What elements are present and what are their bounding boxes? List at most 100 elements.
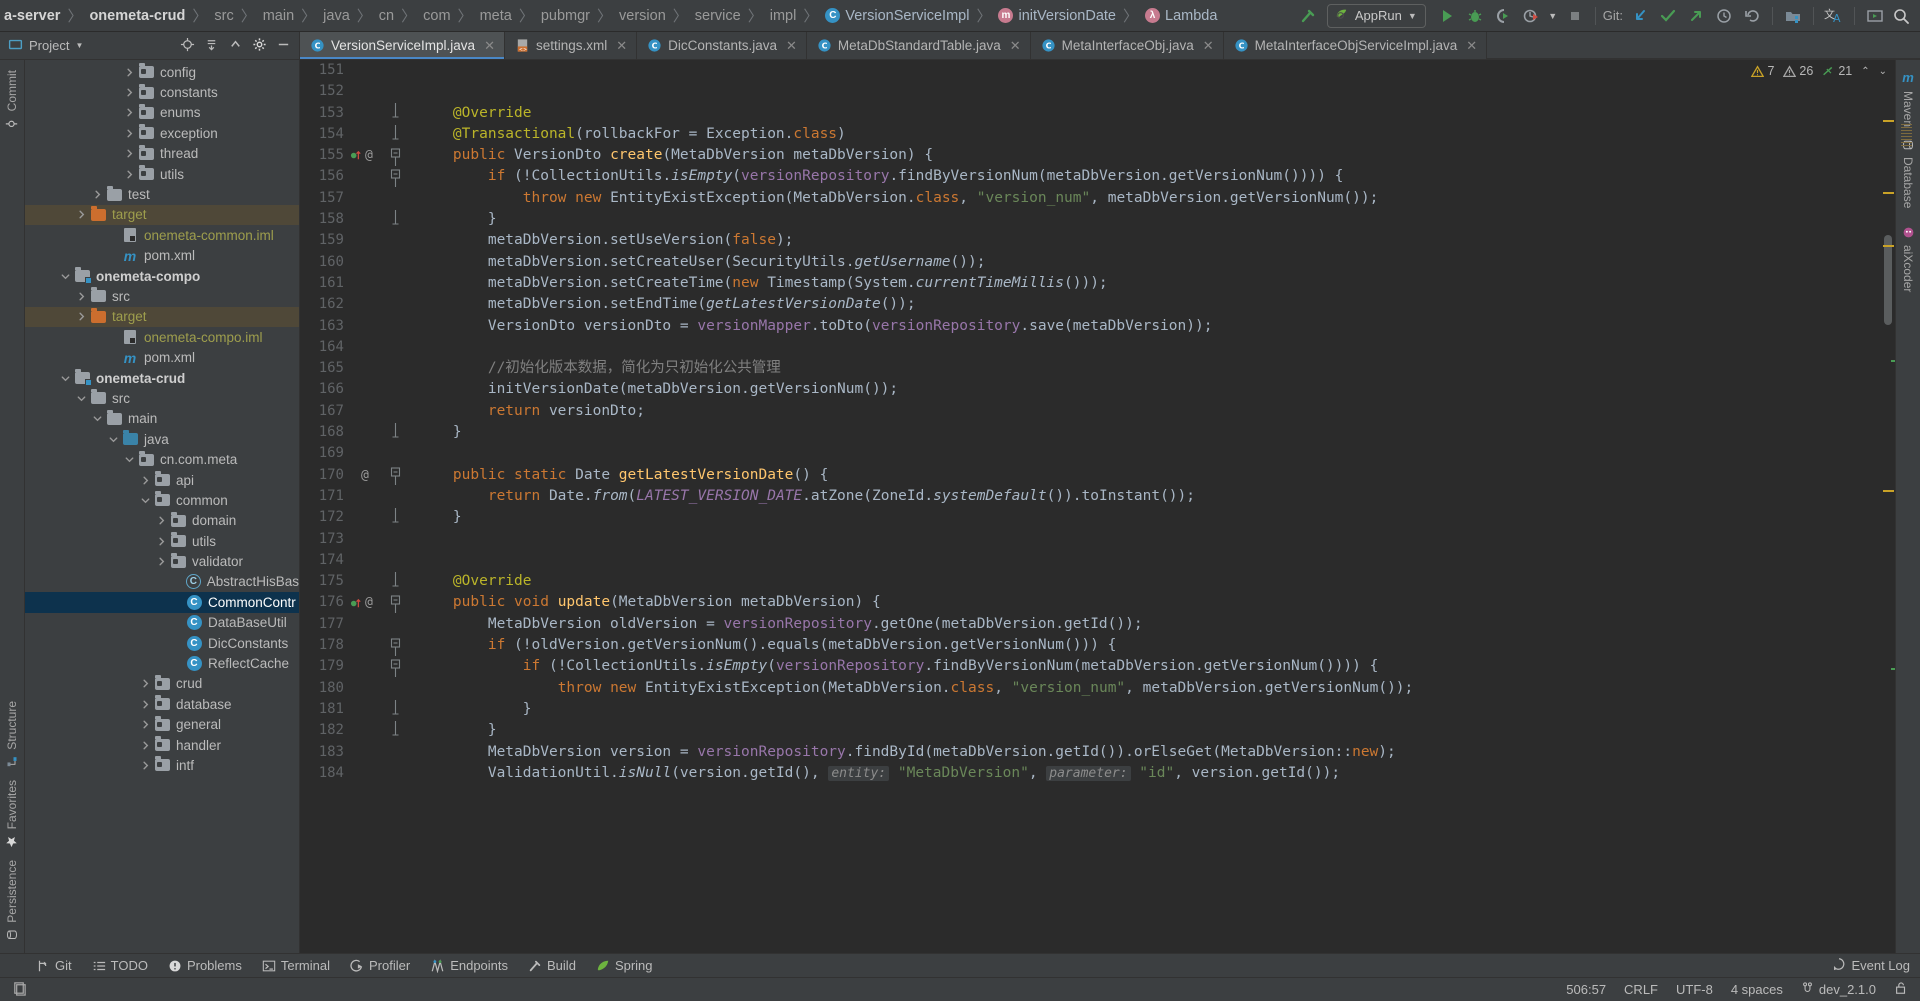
gutter-marks[interactable] [348,614,388,635]
chevron-right-icon[interactable] [137,475,153,486]
tool-window-button[interactable]: Terminal [252,954,340,978]
chevron-down-icon[interactable]: ▼ [1408,11,1417,21]
tree-node[interactable]: java [25,429,299,449]
code-line[interactable]: 171 return Date.from(LATEST_VERSION_DATE… [300,486,1881,507]
tool-window-button[interactable]: TODO [82,954,158,978]
gutter-marks[interactable] [348,401,388,422]
profile-button[interactable] [1518,3,1544,29]
hide-panel-icon[interactable] [276,37,291,55]
tree-node[interactable]: cn.com.meta [25,449,299,469]
tree-node[interactable]: api [25,470,299,490]
chevron-right-icon[interactable] [121,128,137,139]
tree-node[interactable]: m pom.xml [25,347,299,367]
chevron-right-icon[interactable] [121,67,137,78]
breadcrumb-item[interactable]: impl [768,8,799,24]
tree-node[interactable]: crud [25,674,299,694]
chevron-down-icon[interactable] [137,495,153,506]
chevron-right-icon[interactable] [137,719,153,730]
chevron-right-icon[interactable] [137,760,153,771]
code-line[interactable]: 162 metaDbVersion.setEndTime(getLatestVe… [300,294,1881,315]
code-line[interactable]: 173 [300,529,1881,550]
gutter-marks[interactable] [348,443,388,464]
code-line[interactable]: 153 @Override [300,103,1881,124]
tree-node[interactable]: C DataBaseUtil [25,613,299,633]
code-line[interactable]: 159 metaDbVersion.setUseVersion(false); [300,230,1881,251]
project-panel-title-group[interactable]: Project ▼ [8,37,83,55]
breadcrumb-item[interactable]: a-server [2,8,62,24]
collapse-all-icon[interactable] [204,37,219,55]
code-line[interactable]: 174 [300,550,1881,571]
git-update-icon[interactable] [1627,3,1653,29]
chevron-right-icon[interactable] [73,209,89,220]
breadcrumb-item[interactable]: cn [377,8,396,24]
code-fold-handle[interactable] [388,571,402,592]
code-line[interactable]: 155 @ public VersionDto create(MetaDbVers… [300,145,1881,166]
tool-window-button[interactable]: Git [26,954,82,978]
gutter-marks[interactable] [348,763,388,784]
code-line[interactable]: 169 [300,443,1881,464]
rollback-icon[interactable] [1739,3,1765,29]
gutter-marks[interactable] [348,273,388,294]
code-line[interactable]: 177 MetaDbVersion oldVersion = versionRe… [300,614,1881,635]
code-line[interactable]: 180 throw new EntityExistException(MetaD… [300,678,1881,699]
breadcrumb-item[interactable]: src [212,8,235,24]
gutter-marks[interactable]: @ [348,465,388,486]
editor-tab[interactable]: C DicConstants.java ✕ [637,32,807,59]
tree-node[interactable]: onemeta-crud [25,368,299,388]
close-icon[interactable]: ✕ [1010,38,1021,54]
gutter-marks[interactable] [348,529,388,550]
project-structure-icon[interactable] [1780,3,1806,29]
editor-tabs[interactable]: C VersionServiceImpl.java ✕ <> settings.xml ✕… [300,32,1920,59]
close-icon[interactable]: ✕ [616,38,627,54]
code-fold-handle[interactable] [388,592,402,614]
code-line[interactable]: 168 } [300,422,1881,443]
breadcrumb-item[interactable]: pubmgr [539,8,592,24]
tree-node[interactable]: src [25,286,299,306]
event-log-button[interactable]: Event Log [1822,954,1920,978]
tree-node[interactable]: C CommonContr [25,592,299,613]
chevron-right-icon[interactable] [73,291,89,302]
chevron-right-icon[interactable] [121,148,137,159]
tree-node[interactable]: database [25,694,299,714]
gutter-marks[interactable]: @ [348,145,388,166]
code-line[interactable]: 166 initVersionDate(metaDbVersion.getVer… [300,379,1881,400]
code-line[interactable]: 167 return versionDto; [300,401,1881,422]
breadcrumb-item[interactable]: onemeta-crud [87,8,187,24]
line-separator[interactable]: CRLF [1615,982,1667,997]
profiler-dropdown-icon[interactable]: ▼ [1546,3,1560,29]
code-fold-handle[interactable] [388,720,402,741]
expand-icon[interactable] [228,37,243,55]
gutter-marks[interactable] [348,486,388,507]
chevron-down-icon[interactable] [89,413,105,424]
breadcrumb-item[interactable]: λ Lambda [1143,8,1219,24]
code-line[interactable]: 170 @ public static Date getLatestVersion… [300,465,1881,486]
tool-window-button[interactable]: Build [518,954,586,978]
rail-item-favorites[interactable]: Favorites [5,774,19,854]
code-line[interactable]: 161 metaDbVersion.setCreateTime(new Time… [300,273,1881,294]
scrollbar-thumb[interactable] [1884,235,1892,325]
tree-node[interactable]: onemeta-compo [25,266,299,286]
tree-node[interactable]: utils [25,164,299,184]
chevron-right-icon[interactable] [137,740,153,751]
code-line[interactable]: 157 throw new EntityExistException(MetaD… [300,188,1881,209]
chevron-right-icon[interactable] [121,169,137,180]
chevron-right-icon[interactable] [153,515,169,526]
close-icon[interactable]: ✕ [786,38,797,54]
gutter-marks[interactable] [348,699,388,720]
gutter-marks[interactable] [348,571,388,592]
tree-node[interactable]: domain [25,511,299,531]
warning-count[interactable]: 7 [1751,64,1774,78]
file-encoding[interactable]: UTF-8 [1667,982,1722,997]
inspection-widget[interactable]: 7 26 21 ⌃ ⌄ [1725,60,1895,82]
tree-node[interactable]: C ReflectCache [25,653,299,673]
code-fold-handle[interactable] [388,699,402,720]
run-coverage-button[interactable] [1490,3,1516,29]
breadcrumb-item[interactable]: java [321,8,352,24]
chevron-down-icon[interactable] [105,434,121,445]
tree-node[interactable]: m pom.xml [25,246,299,266]
code-fold-handle[interactable] [388,507,402,528]
editor-tab[interactable]: C MetaInterfaceObj.java ✕ [1031,32,1224,59]
gutter-marks[interactable] [348,656,388,677]
tree-node[interactable]: constants [25,82,299,102]
code-fold-handle[interactable] [388,124,402,145]
